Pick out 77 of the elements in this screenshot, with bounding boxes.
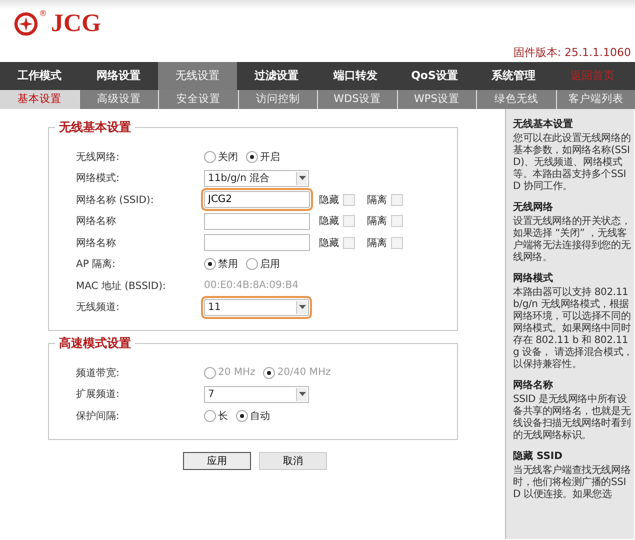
help-title: 无线网络	[513, 200, 554, 214]
field-label: 网络名称	[76, 215, 117, 228]
checkbox[interactable]	[343, 194, 355, 206]
nav-tab[interactable]: 系统管理	[474, 62, 553, 90]
field-label: 网络名称	[76, 236, 117, 250]
nav-tab[interactable]: 无线设置	[158, 62, 237, 90]
nav-tab[interactable]: 网络设置	[79, 62, 158, 90]
apply-button[interactable]: 应用	[183, 452, 251, 470]
dropdown[interactable]: 11	[204, 298, 309, 316]
checkbox[interactable]	[391, 215, 403, 228]
dropdown-arrow-icon	[298, 392, 306, 396]
firmware-version: 固件版本: 25.1.1.1060	[513, 45, 631, 60]
checkbox[interactable]	[391, 236, 403, 249]
input-field[interactable]	[204, 234, 310, 252]
radio-button[interactable]	[236, 410, 248, 422]
radio-button[interactable]	[204, 150, 216, 163]
checkbox-label: 隔离	[367, 214, 387, 228]
nav-tab[interactable]: QoS设置	[395, 62, 474, 90]
field-label: 保护间隔:	[76, 410, 120, 423]
radio-button[interactable]	[204, 410, 216, 422]
help-text: 本路由器可以支持 802.11 b/g/n 无线网络模式，根据网络环境，可以选择不同的网络模式。如果网络中同时存在 802.11 b 和 802.11 g 设备， 请选择混合模式，以保持兼容性。	[513, 287, 633, 371]
checkbox[interactable]	[391, 194, 403, 206]
field-label: 频道带宽:	[76, 366, 120, 380]
radio-label: 20/40 MHz	[277, 367, 331, 378]
mac-address: 00:E0:4B:8A:09:B4	[204, 280, 298, 292]
checkbox-label: 隐藏	[319, 236, 339, 250]
field-label: 网络名称 (SSID):	[76, 194, 155, 207]
help-title: 网络模式	[513, 272, 554, 285]
cancel-button[interactable]: 取消	[259, 452, 327, 470]
radio-label: 开启	[260, 150, 280, 164]
checkbox-label: 隔离	[367, 236, 387, 250]
dropdown[interactable]: 7	[204, 386, 309, 403]
radio-button[interactable]	[246, 258, 258, 270]
checkbox-label: 隔离	[367, 194, 387, 207]
checkbox-label: 隐藏	[319, 214, 339, 228]
radio-button[interactable]	[246, 150, 258, 163]
checkbox-label: 隐藏	[319, 194, 339, 207]
dropdown-arrow-icon	[298, 176, 306, 180]
subnav-tab[interactable]: 基本设置	[0, 90, 78, 109]
radio-label: 关闭	[218, 150, 238, 164]
logo-text: JCG	[51, 10, 101, 38]
field-label: MAC 地址 (BSSID):	[76, 280, 167, 293]
field-label: 无线频道:	[76, 300, 120, 314]
registered-mark: ®	[39, 10, 47, 18]
help-text: 您可以在此设置无线网络的基本参数，如网络名称(SSID)、无线频道、网络模式等。本路由器支持多个SSID 协同工作。	[513, 133, 632, 193]
dropdown-arrow-icon	[298, 305, 306, 310]
subnav-tab[interactable]: 访问控制	[238, 90, 317, 109]
help-title: 网络名称	[513, 378, 554, 392]
section-title: 无线基本设置	[55, 119, 135, 136]
help-text: 当无线客户端查找无线网络时，他们将检测广播的SSID 以便连接。如果您选	[513, 465, 632, 501]
input-field[interactable]	[204, 212, 310, 230]
subnav-tab[interactable]: WDS设置	[317, 90, 396, 109]
help-title: 隐藏 SSID	[513, 450, 564, 463]
dropdown[interactable]: 11b/g/n 混合	[204, 170, 309, 187]
radio-button[interactable]	[204, 258, 216, 270]
subnav-tab[interactable]: 高级设置	[78, 90, 158, 109]
subnav-tab[interactable]: WPS设置	[396, 90, 476, 109]
radio-label: 长	[218, 410, 228, 423]
field-label: 无线网络:	[76, 150, 120, 164]
help-text: 设置无线网络的开关状态，如果选择 “关闭” ，无线客户端将无法连接得到您的无线网络。	[513, 216, 632, 264]
field-label: 扩展频道:	[76, 388, 120, 402]
radio-label: 20 MHz	[218, 367, 256, 378]
help-title: 无线基本设置	[513, 118, 574, 131]
logo-icon	[14, 12, 38, 36]
checkbox[interactable]	[343, 215, 355, 228]
radio-label: 启用	[260, 258, 280, 272]
checkbox[interactable]	[343, 236, 355, 249]
radio-label: 自动	[250, 410, 270, 423]
field-label: AP 隔离:	[76, 258, 116, 272]
field-label: 网络模式:	[76, 172, 120, 186]
subnav-tab[interactable]: 安全设置	[158, 90, 238, 109]
nav-tab[interactable]: 过滤设置	[237, 62, 316, 90]
help-text: SSID 是无线网络中所有设备共享的网络名，也就是无线设备扫描无线网络时看到的无线网络标识。	[513, 394, 632, 442]
nav-tab[interactable]: 工作模式	[0, 62, 79, 90]
nav-tab[interactable]: 端口转发	[316, 62, 395, 90]
section-title: 高速模式设置	[55, 335, 135, 352]
radio-label: 禁用	[218, 258, 238, 272]
